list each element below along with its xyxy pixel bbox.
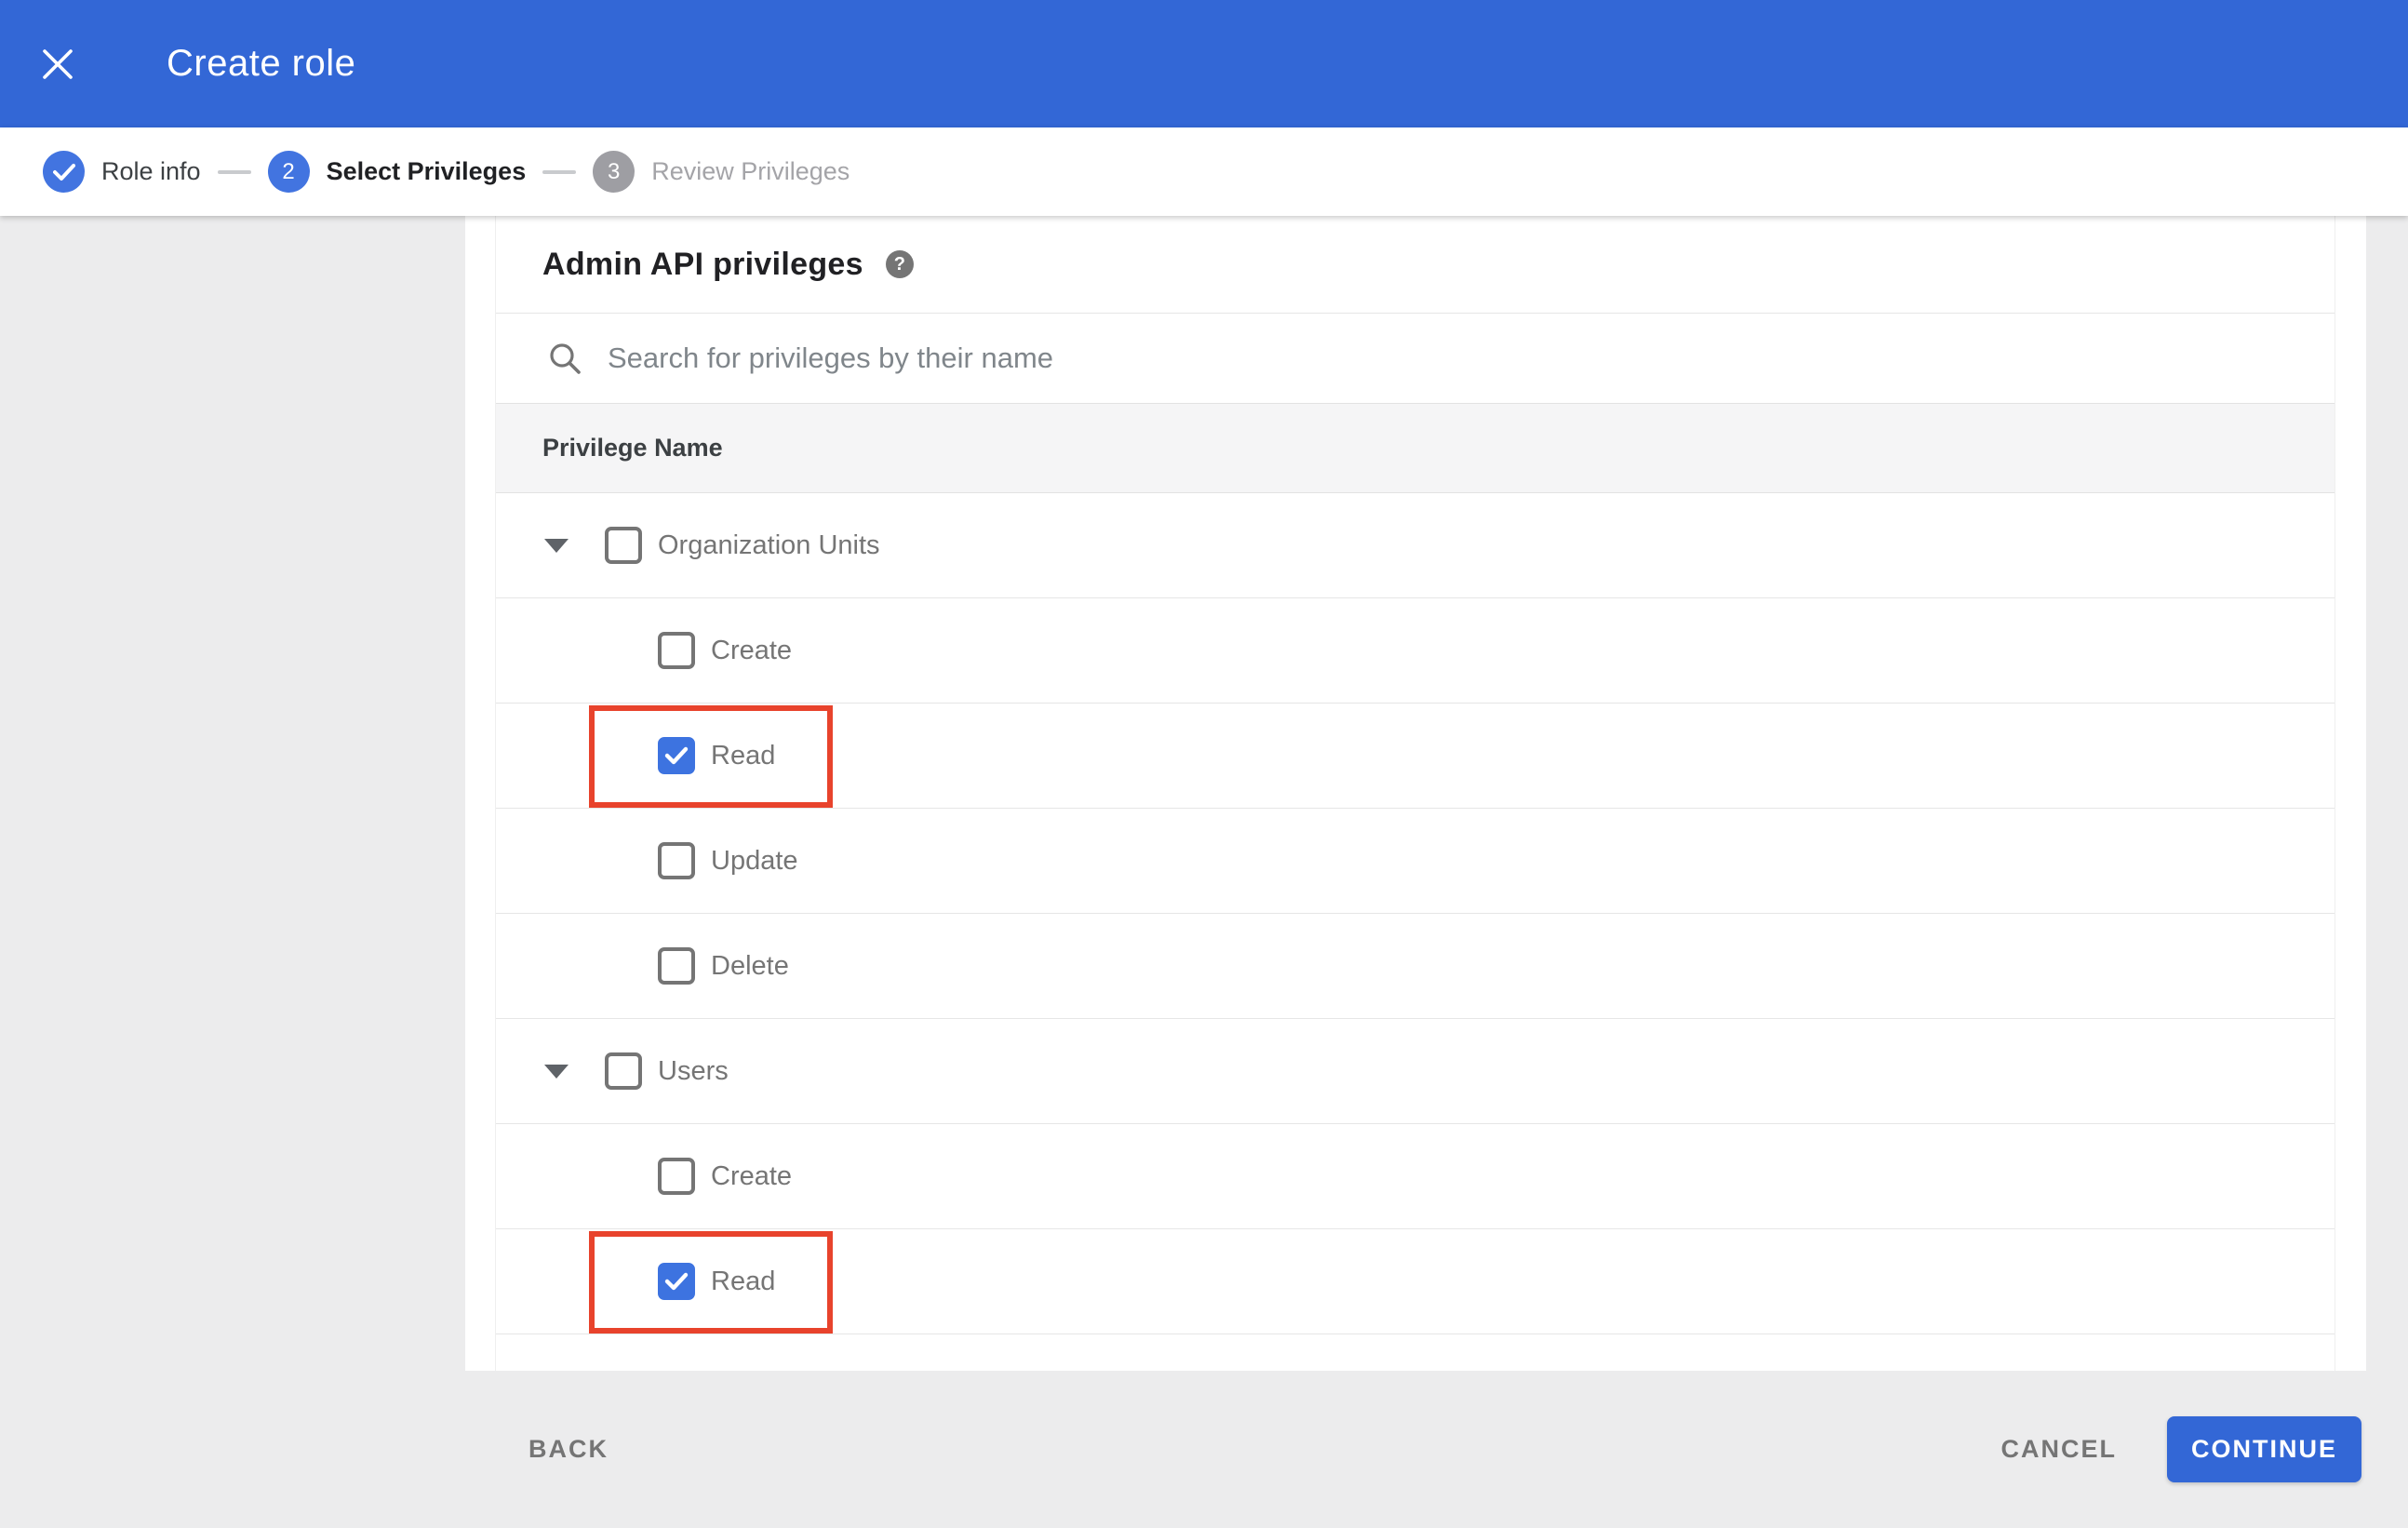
table-row-partial — [496, 1334, 2334, 1368]
dialog-title: Create role — [167, 43, 356, 84]
checkbox-read[interactable] — [658, 737, 695, 774]
dialog-body: Admin API privileges ? Privilege Name — [0, 216, 2408, 1371]
search-input[interactable] — [608, 342, 2003, 375]
table-row-create: Create — [496, 598, 2334, 704]
step-role-info[interactable]: Role info — [43, 151, 201, 193]
panel-header: Admin API privileges ? — [496, 216, 2334, 314]
checkbox-create[interactable] — [658, 1158, 695, 1195]
checkbox-read[interactable] — [658, 1263, 695, 1300]
table-row-users: Users — [496, 1019, 2334, 1124]
back-button[interactable]: BACK — [528, 1435, 609, 1464]
step-select-privileges[interactable]: 2 Select Privileges — [267, 151, 527, 193]
step-label: Select Privileges — [326, 157, 527, 185]
checkbox-organization-units[interactable] — [605, 527, 642, 564]
checkbox-update[interactable] — [658, 842, 695, 879]
panel-title: Admin API privileges — [542, 246, 863, 282]
cancel-button[interactable]: CANCEL — [2001, 1435, 2118, 1464]
privileges-sheet: Admin API privileges ? Privilege Name — [465, 216, 2366, 1371]
help-icon[interactable]: ? — [885, 250, 914, 278]
step-number: 2 — [267, 151, 310, 193]
row-label: Read — [711, 1266, 776, 1296]
table-header: Privilege Name — [496, 403, 2334, 493]
continue-button[interactable]: CONTINUE — [2167, 1416, 2361, 1482]
collapse-arrow-icon[interactable] — [544, 538, 569, 553]
table-row-read: Read — [496, 1229, 2334, 1334]
step-completed-check-icon — [43, 151, 85, 193]
checkbox-create[interactable] — [658, 632, 695, 669]
privilege-name-column-header: Privilege Name — [542, 434, 723, 462]
collapse-arrow-icon[interactable] — [544, 1064, 569, 1079]
table-row-update: Update — [496, 809, 2334, 914]
close-icon[interactable] — [40, 47, 75, 82]
table-row-organization-units: Organization Units — [496, 493, 2334, 598]
stepper: Role info 2 Select Privileges 3 Review P… — [0, 127, 2408, 216]
checkmark-icon — [664, 1272, 689, 1291]
step-connector — [217, 169, 251, 174]
table-row-read: Read — [496, 704, 2334, 809]
dialog-footer: BACK CANCEL CONTINUE — [0, 1371, 2408, 1528]
checkbox-delete[interactable] — [658, 947, 695, 985]
row-label: Users — [658, 1055, 729, 1086]
step-number: 3 — [593, 151, 635, 193]
step-label: Review Privileges — [651, 157, 850, 185]
checkmark-icon — [664, 746, 689, 765]
row-label: Update — [711, 845, 798, 876]
privilege-search-row — [496, 314, 2334, 403]
appbar: Create role — [0, 0, 2408, 127]
table-row-create: Create — [496, 1124, 2334, 1229]
step-connector — [542, 169, 577, 174]
step-label: Role info — [101, 157, 201, 185]
table-row-delete: Delete — [496, 914, 2334, 1019]
row-label: Create — [711, 1160, 793, 1191]
row-label: Delete — [711, 950, 789, 981]
row-label: Read — [711, 740, 776, 771]
row-label: Create — [711, 635, 793, 665]
search-icon — [550, 343, 581, 374]
step-review-privileges[interactable]: 3 Review Privileges — [593, 151, 849, 193]
row-label: Organization Units — [658, 529, 880, 560]
checkbox-users[interactable] — [605, 1052, 642, 1090]
